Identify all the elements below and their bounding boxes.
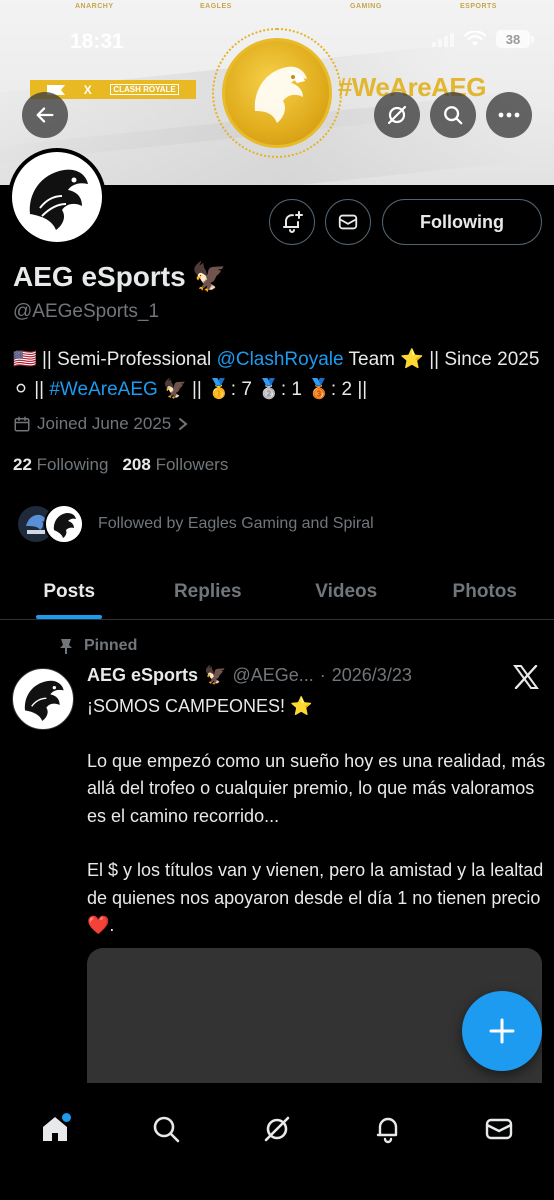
- eagle-logo-icon: [13, 669, 73, 729]
- post-text[interactable]: ¡SOMOS CAMPEONES! ⭐ Lo que empezó como u…: [87, 693, 547, 967]
- sponsor-text: ESPORTS: [460, 3, 497, 10]
- arrow-left-icon: [36, 107, 54, 123]
- bio-text: || Semi-Professional: [36, 349, 217, 370]
- followers-count: 208: [122, 455, 151, 474]
- profile-tabs: Posts Replies Videos Photos: [0, 564, 554, 620]
- joined-text: Joined June 2025: [37, 414, 172, 433]
- sponsor-text: GAMING: [350, 3, 382, 10]
- tab-posts[interactable]: Posts: [0, 564, 139, 619]
- clash-royale-badge: CLASH ROYALE: [110, 84, 179, 95]
- post-author-handle[interactable]: @AEGe...: [232, 665, 313, 686]
- nav-messages[interactable]: [471, 1101, 527, 1157]
- post-separator: ·: [319, 665, 326, 685]
- following-count: 22: [13, 455, 32, 474]
- notify-button[interactable]: [269, 199, 315, 245]
- battery-level: 38: [496, 30, 530, 48]
- unread-dot: [62, 1113, 71, 1122]
- tab-replies[interactable]: Replies: [139, 564, 278, 619]
- grok-icon: [264, 1116, 290, 1142]
- search-button[interactable]: [430, 92, 476, 138]
- following-label: Following: [36, 455, 109, 474]
- following-button[interactable]: Following: [382, 199, 542, 245]
- following-count-link[interactable]: 22 Following: [13, 455, 108, 475]
- bio-text: 🦅 || 🥇: 7 🥈: 1 🥉: 2 ||: [157, 379, 368, 400]
- eagle-emoji: 🦅: [204, 665, 227, 685]
- bio-mention-link[interactable]: @ClashRoyale: [217, 349, 344, 370]
- profile-handle: @AEGeSports_1: [13, 301, 160, 322]
- followers-label: Followers: [155, 455, 229, 474]
- nav-grok[interactable]: [249, 1101, 305, 1157]
- message-button[interactable]: [325, 199, 371, 245]
- battery-icon: 38: [496, 30, 534, 48]
- post-date[interactable]: 2026/3/23: [332, 665, 412, 686]
- more-button[interactable]: [486, 92, 532, 138]
- eagle-logo-icon: [12, 152, 102, 242]
- profile-avatar[interactable]: [8, 148, 106, 246]
- signal-icon: [432, 31, 454, 47]
- flag-emoji: 🇺🇸: [13, 349, 37, 370]
- plus-icon: [489, 1018, 515, 1044]
- post-headline: ¡SOMOS CAMPEONES! ⭐: [87, 696, 313, 716]
- compose-button[interactable]: [462, 991, 542, 1071]
- follow-counts: 22 Following 208 Followers: [13, 455, 228, 475]
- status-indicators: 38: [432, 30, 534, 48]
- bottom-nav: [0, 1083, 554, 1200]
- sponsor-text: EAGLES: [200, 3, 232, 10]
- profile-bio: 🇺🇸 || Semi-Professional @ClashRoyale Tea…: [13, 345, 543, 405]
- search-icon: [153, 1116, 180, 1143]
- more-icon: [498, 112, 520, 118]
- post-paragraph: Lo que empezó como un sueño hoy es una r…: [87, 750, 546, 826]
- sponsor-text: ANARCHY: [75, 3, 114, 10]
- post-header: AEG eSports 🦅 @AEGe... · 2026/3/23: [87, 665, 412, 686]
- envelope-icon: [338, 214, 358, 230]
- nav-search[interactable]: [138, 1101, 194, 1157]
- post-author-name[interactable]: AEG eSports: [87, 665, 198, 686]
- profile-name-text: AEG eSports: [13, 260, 186, 292]
- pinned-indicator: Pinned: [58, 637, 137, 655]
- bio-hashtag-link[interactable]: #WeAreAEG: [49, 379, 157, 400]
- bell-plus-icon: [283, 211, 303, 233]
- tab-videos[interactable]: Videos: [277, 564, 416, 619]
- followers-count-link[interactable]: 208 Followers: [122, 455, 228, 475]
- calendar-icon: [14, 416, 30, 432]
- wifi-icon: [464, 31, 486, 46]
- chevron-right-icon: [179, 418, 188, 430]
- nav-home[interactable]: [27, 1101, 83, 1157]
- spiral-avatar: [44, 504, 84, 544]
- followed-by-text: Followed by Eagles Gaming and Spiral: [98, 515, 374, 532]
- joined-date[interactable]: Joined June 2025: [13, 414, 189, 434]
- status-time: 18:31: [70, 30, 124, 53]
- banner-sponsors: ANARCHY EAGLES GAMING ESPORTS: [0, 3, 554, 13]
- post-paragraph: El $ y los títulos van y vienen, pero la…: [87, 860, 544, 935]
- search-icon: [444, 106, 463, 125]
- pinned-label: Pinned: [84, 637, 138, 654]
- x-mark: X: [83, 82, 92, 97]
- back-button[interactable]: [22, 92, 68, 138]
- nav-notifications[interactable]: [360, 1101, 416, 1157]
- eagle-emoji: 🦅: [191, 261, 227, 292]
- grok-icon: [387, 105, 407, 125]
- grok-button[interactable]: [374, 92, 420, 138]
- profile-name: AEG eSports 🦅: [13, 260, 227, 293]
- x-logo-icon: [513, 664, 539, 694]
- post-author-avatar[interactable]: [12, 668, 74, 730]
- pin-icon: [60, 639, 72, 654]
- bell-icon: [376, 1117, 398, 1144]
- tab-photos[interactable]: Photos: [416, 564, 554, 619]
- eagle-emblem-icon: [222, 38, 332, 148]
- followed-by[interactable]: Followed by Eagles Gaming and Spiral: [16, 504, 374, 544]
- envelope-icon: [485, 1118, 513, 1140]
